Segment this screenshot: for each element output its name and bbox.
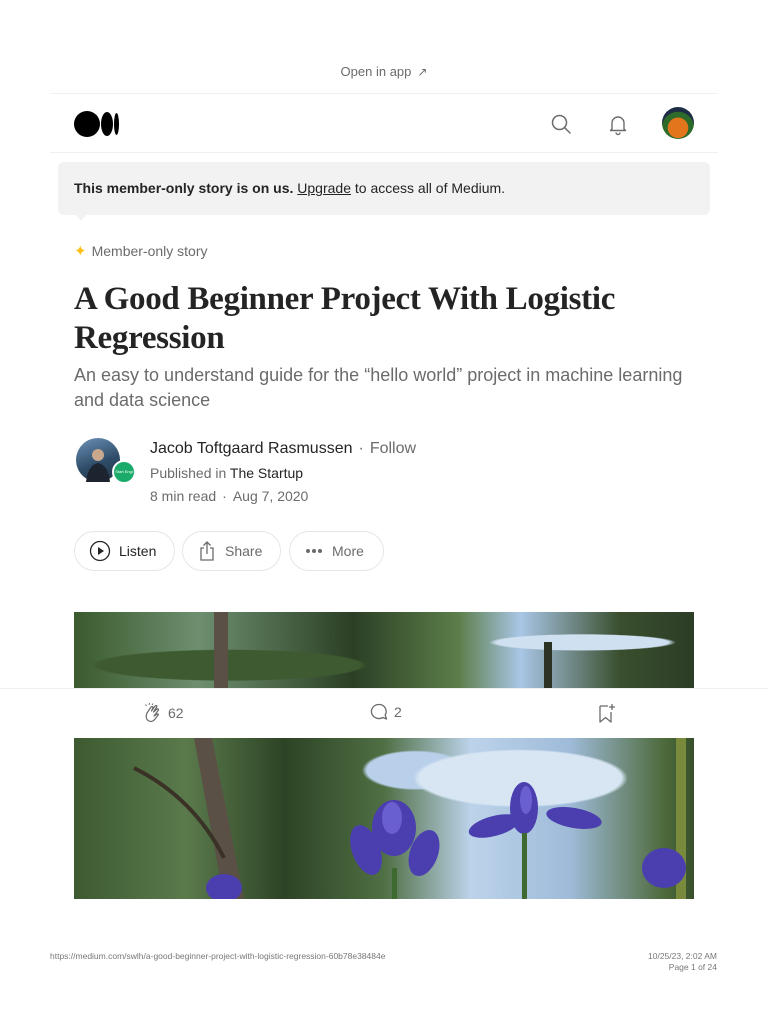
clap-icon [145, 702, 160, 723]
share-label: Share [225, 543, 263, 559]
banner-rest-text: to access all of Medium. [354, 180, 506, 196]
member-only-text: Member-only story [91, 243, 208, 259]
member-only-label: ✦ Member-only story [74, 242, 208, 260]
read-time: 8 min read [150, 488, 217, 504]
clap-count: 62 [168, 705, 184, 721]
external-arrow-icon: ↗ [417, 65, 428, 79]
hero-image [74, 612, 694, 688]
published-prefix: Published in [150, 465, 227, 481]
print-datetime: 10/25/23, 2:02 AM [648, 951, 717, 961]
header-divider [50, 152, 718, 153]
iris-flowers-illustration [133, 738, 686, 899]
page-number: Page 1 of 24 [668, 962, 717, 972]
medium-logo[interactable] [74, 111, 120, 137]
open-in-app-label: Open in app [340, 64, 412, 79]
hero-image-iris [74, 738, 694, 899]
notifications-bell-icon[interactable] [606, 112, 630, 136]
publication-link[interactable]: The Startup [230, 465, 303, 481]
share-icon [200, 541, 214, 561]
clap-button[interactable]: 62 [141, 702, 184, 724]
follow-button[interactable]: Follow [370, 440, 416, 457]
more-label: More [332, 543, 364, 559]
user-avatar[interactable] [662, 107, 694, 139]
publication-badge[interactable]: Start Engl [112, 460, 136, 484]
print-footer-right: 10/25/23, 2:02 AM Page 1 of 24 [648, 951, 717, 973]
play-icon [89, 540, 111, 562]
separator-dot: · [222, 488, 227, 504]
banner-pointer [74, 213, 88, 221]
star-icon: ✦ [74, 243, 87, 260]
author-line: Jacob Toftgaard Rasmussen · Follow [150, 440, 416, 458]
banner-text: This member-only story is on us. Upgrade… [74, 180, 505, 196]
more-dots-icon [306, 549, 322, 553]
comment-count: 2 [394, 704, 402, 720]
page-url: https://medium.com/swlh/a-good-beginner-… [50, 951, 386, 961]
more-button[interactable]: More [289, 531, 384, 571]
listen-label: Listen [119, 543, 157, 559]
article-title: A Good Beginner Project With Logistic Re… [74, 281, 616, 356]
bookmark-add-icon[interactable] [597, 702, 617, 724]
publish-date: Aug 7, 2020 [232, 488, 309, 504]
separator-dot: · [358, 440, 364, 457]
published-in: Published in The Startup [150, 465, 303, 481]
banner-bold-text: This member-only story is on us. [74, 180, 294, 196]
article-subtitle: An easy to understand guide for the “hel… [74, 365, 683, 410]
comments-button[interactable]: 2 [369, 702, 402, 722]
article-meta: 8 min read · Aug 7, 2020 [150, 488, 308, 504]
search-icon[interactable] [549, 112, 573, 136]
share-button[interactable]: Share [182, 531, 281, 571]
listen-button[interactable]: Listen [74, 531, 175, 571]
author-name[interactable]: Jacob Toftgaard Rasmussen [150, 440, 352, 457]
open-in-app-link[interactable]: Open in app ↗ [0, 64, 768, 79]
top-divider [50, 93, 718, 94]
upgrade-link[interactable]: Upgrade [297, 180, 351, 196]
comment-bubble-icon [370, 703, 388, 720]
